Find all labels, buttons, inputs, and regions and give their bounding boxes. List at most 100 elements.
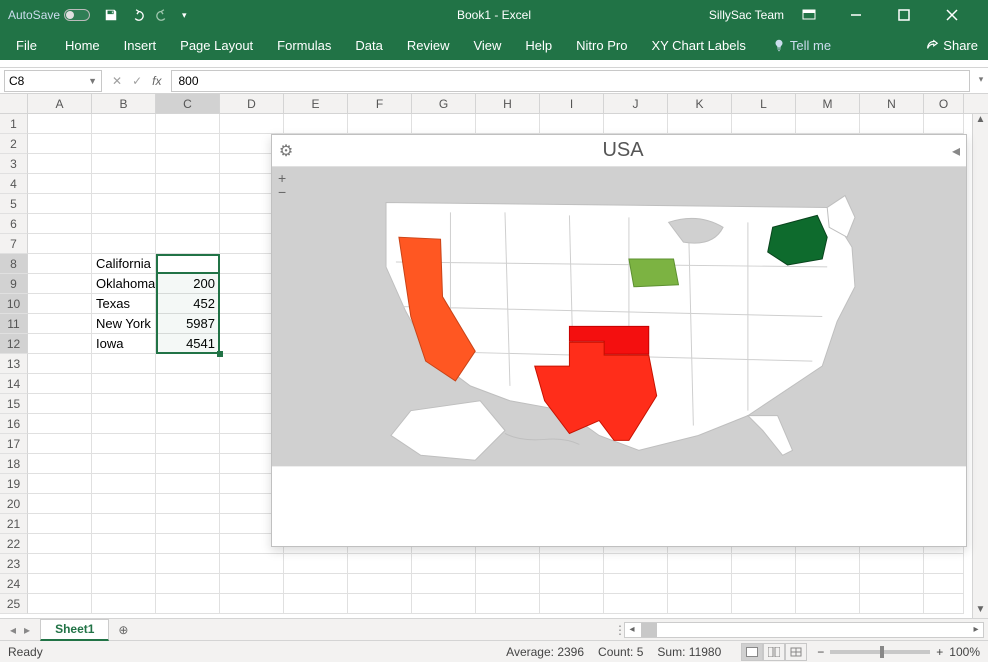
cell-M24[interactable]	[796, 574, 860, 594]
cell-C9[interactable]: 200	[156, 274, 220, 294]
scroll-right-icon[interactable]: ▸	[969, 624, 983, 635]
cell-C16[interactable]	[156, 414, 220, 434]
col-header-I[interactable]: I	[540, 94, 604, 113]
cell-A8[interactable]	[28, 254, 92, 274]
cell-A22[interactable]	[28, 534, 92, 554]
cell-G1[interactable]	[412, 114, 476, 134]
cell-A24[interactable]	[28, 574, 92, 594]
cell-A2[interactable]	[28, 134, 92, 154]
col-header-J[interactable]: J	[604, 94, 668, 113]
scroll-down-icon[interactable]: ▼	[973, 604, 988, 618]
name-box[interactable]: C8 ▼	[4, 70, 102, 92]
zoom-in-button[interactable]: +	[936, 645, 943, 659]
cell-B13[interactable]	[92, 354, 156, 374]
cell-G24[interactable]	[412, 574, 476, 594]
cell-C18[interactable]	[156, 454, 220, 474]
select-all-corner[interactable]	[0, 94, 28, 113]
formula-bar-expand-icon[interactable]: ▾	[974, 74, 988, 85]
cell-C24[interactable]	[156, 574, 220, 594]
row-header-3[interactable]: 3	[0, 154, 28, 174]
cell-C1[interactable]	[156, 114, 220, 134]
row-header-16[interactable]: 16	[0, 414, 28, 434]
cell-A23[interactable]	[28, 554, 92, 574]
cell-C8[interactable]: 800	[156, 254, 220, 274]
cell-A5[interactable]	[28, 194, 92, 214]
cell-B18[interactable]	[92, 454, 156, 474]
cell-C6[interactable]	[156, 214, 220, 234]
tab-data[interactable]: Data	[343, 30, 394, 60]
col-header-G[interactable]: G	[412, 94, 476, 113]
cell-A11[interactable]	[28, 314, 92, 334]
cell-A16[interactable]	[28, 414, 92, 434]
cell-B21[interactable]	[92, 514, 156, 534]
cell-O23[interactable]	[924, 554, 964, 574]
chart-map-area[interactable]: + −	[272, 167, 966, 466]
cell-O24[interactable]	[924, 574, 964, 594]
cell-C20[interactable]	[156, 494, 220, 514]
cell-A12[interactable]	[28, 334, 92, 354]
cell-C25[interactable]	[156, 594, 220, 614]
cell-J23[interactable]	[604, 554, 668, 574]
close-button[interactable]	[946, 9, 976, 21]
cell-B9[interactable]: Oklahoma	[92, 274, 156, 294]
row-header-7[interactable]: 7	[0, 234, 28, 254]
cell-E23[interactable]	[284, 554, 348, 574]
cell-A25[interactable]	[28, 594, 92, 614]
row-header-5[interactable]: 5	[0, 194, 28, 214]
row-header-14[interactable]: 14	[0, 374, 28, 394]
enter-icon[interactable]: ✓	[132, 74, 142, 88]
cell-E1[interactable]	[284, 114, 348, 134]
cell-H1[interactable]	[476, 114, 540, 134]
cell-A18[interactable]	[28, 454, 92, 474]
formula-input[interactable]: 800	[171, 70, 970, 92]
cell-B2[interactable]	[92, 134, 156, 154]
tab-view[interactable]: View	[461, 30, 513, 60]
cell-H25[interactable]	[476, 594, 540, 614]
cell-O25[interactable]	[924, 594, 964, 614]
cell-L24[interactable]	[732, 574, 796, 594]
zoom-level[interactable]: 100%	[949, 645, 980, 659]
col-header-C[interactable]: C	[156, 94, 220, 113]
cell-B8[interactable]: California	[92, 254, 156, 274]
tab-formulas[interactable]: Formulas	[265, 30, 343, 60]
row-header-1[interactable]: 1	[0, 114, 28, 134]
cell-C17[interactable]	[156, 434, 220, 454]
name-box-dropdown-icon[interactable]: ▼	[88, 76, 97, 86]
cell-B5[interactable]	[92, 194, 156, 214]
cell-F1[interactable]	[348, 114, 412, 134]
row-header-9[interactable]: 9	[0, 274, 28, 294]
cell-B17[interactable]	[92, 434, 156, 454]
save-icon[interactable]	[104, 8, 118, 22]
zoom-out-button[interactable]: −	[817, 645, 824, 659]
cell-C3[interactable]	[156, 154, 220, 174]
cell-M25[interactable]	[796, 594, 860, 614]
cell-A13[interactable]	[28, 354, 92, 374]
col-header-D[interactable]: D	[220, 94, 284, 113]
col-header-N[interactable]: N	[860, 94, 924, 113]
cell-A6[interactable]	[28, 214, 92, 234]
cell-C7[interactable]	[156, 234, 220, 254]
cell-B16[interactable]	[92, 414, 156, 434]
user-name[interactable]: SillySac Team	[709, 8, 784, 22]
minimize-button[interactable]	[850, 9, 880, 21]
cell-D25[interactable]	[220, 594, 284, 614]
col-header-B[interactable]: B	[92, 94, 156, 113]
cell-F23[interactable]	[348, 554, 412, 574]
zoom-slider[interactable]	[830, 650, 930, 654]
hscroll-thumb[interactable]	[641, 623, 657, 637]
row-header-17[interactable]: 17	[0, 434, 28, 454]
row-header-2[interactable]: 2	[0, 134, 28, 154]
scroll-up-icon[interactable]: ▲	[973, 114, 988, 128]
zoom-in-icon[interactable]: +	[278, 171, 286, 185]
cell-B4[interactable]	[92, 174, 156, 194]
cell-B10[interactable]: Texas	[92, 294, 156, 314]
cell-K23[interactable]	[668, 554, 732, 574]
cell-L1[interactable]	[732, 114, 796, 134]
cell-B7[interactable]	[92, 234, 156, 254]
cell-B19[interactable]	[92, 474, 156, 494]
tab-xy-chart-labels[interactable]: XY Chart Labels	[639, 30, 757, 60]
cell-A21[interactable]	[28, 514, 92, 534]
ribbon-display-icon[interactable]	[802, 8, 832, 22]
cell-J24[interactable]	[604, 574, 668, 594]
zoom-out-icon[interactable]: −	[278, 185, 286, 199]
